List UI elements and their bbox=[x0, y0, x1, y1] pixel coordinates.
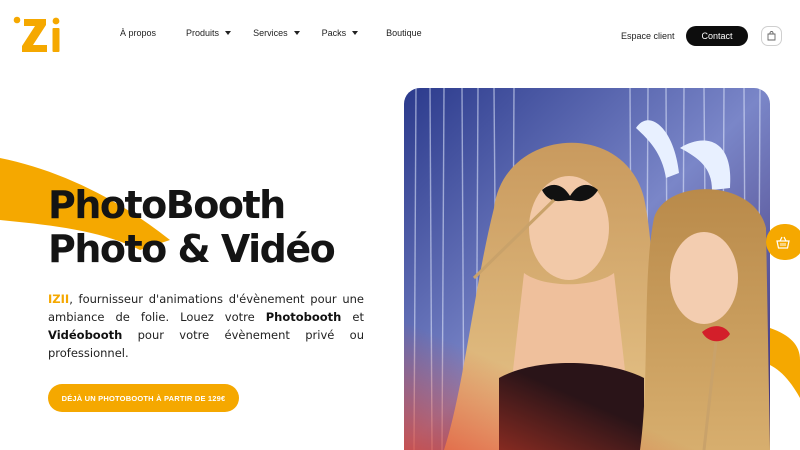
cta-pricing-button[interactable]: DÉJÀ UN PHOTOBOOTH À PARTIR DE 129€ bbox=[48, 384, 239, 412]
shopping-bag-icon bbox=[767, 31, 776, 41]
nav-item-label: Boutique bbox=[386, 28, 422, 38]
nav-item-services[interactable]: Services bbox=[253, 28, 300, 38]
espace-client-link[interactable]: Espace client bbox=[621, 31, 675, 41]
desc-bold-videobooth: Vidéobooth bbox=[48, 328, 123, 342]
nav-item-boutique[interactable]: Boutique bbox=[386, 28, 422, 38]
contact-button[interactable]: Contact bbox=[686, 26, 748, 46]
nav-item-label: Services bbox=[253, 28, 288, 38]
nav-item-label: À propos bbox=[120, 28, 157, 38]
hero-title-line: PhotoBooth bbox=[48, 183, 286, 227]
nav-item-label: Produits bbox=[186, 28, 220, 38]
chevron-down-icon bbox=[352, 31, 359, 35]
desc-text: et bbox=[341, 310, 364, 324]
site-header: À propos Produits Services Packs Boutiqu… bbox=[0, 0, 800, 72]
nav-item-packs[interactable]: Packs bbox=[322, 28, 359, 38]
photobooth-image bbox=[404, 88, 770, 450]
brand-name: IZII bbox=[48, 292, 70, 306]
shopping-basket-icon bbox=[776, 236, 790, 249]
hero-description: IZII, fournisseur d'animations d'évèneme… bbox=[48, 290, 364, 362]
nav-item-label: Packs bbox=[321, 28, 347, 38]
main-nav: À propos Produits Services Packs Boutiqu… bbox=[120, 28, 422, 38]
floating-cart-button[interactable] bbox=[766, 224, 800, 260]
hero-photo bbox=[404, 88, 770, 450]
nav-item-produits[interactable]: Produits bbox=[186, 28, 232, 38]
izii-logo[interactable] bbox=[12, 14, 62, 56]
hero-title-line: Photo & Vidéo bbox=[48, 227, 336, 271]
cart-button[interactable] bbox=[761, 26, 782, 46]
hero-title: PhotoBooth Photo & Vidéo bbox=[48, 183, 336, 271]
desc-bold-photobooth: Photobooth bbox=[265, 310, 342, 324]
chevron-down-icon bbox=[293, 31, 300, 35]
chevron-down-icon bbox=[225, 31, 232, 35]
nav-item-a-propos[interactable]: À propos bbox=[120, 28, 156, 38]
